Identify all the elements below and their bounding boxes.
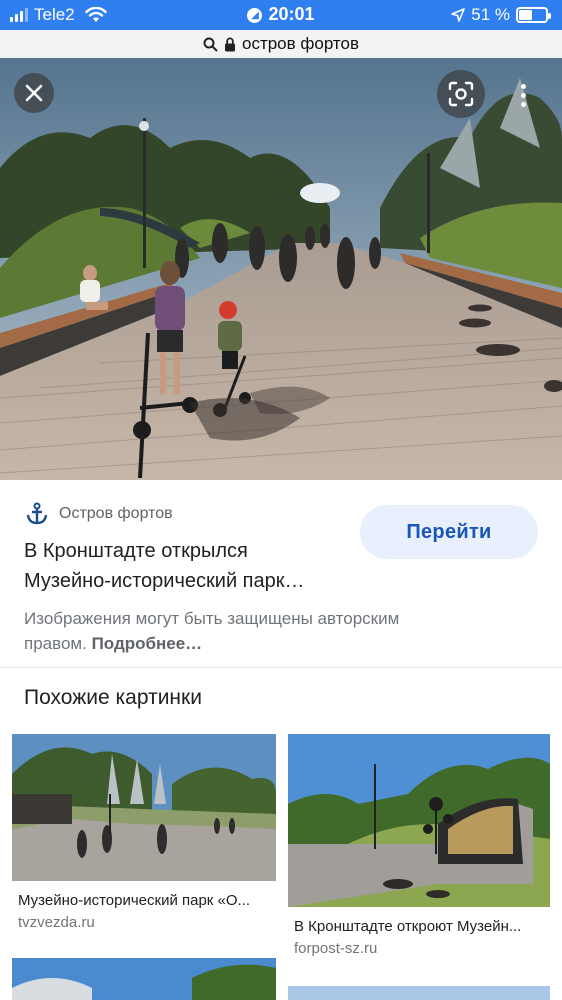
similar-item[interactable] [12,958,276,1000]
title-line-1: В Кронштадте открылся [24,540,248,562]
similar-caption: Музейно-исторический парк «О... [18,892,251,909]
similar-heading: Похожие картинки [24,686,202,709]
copyright-notice: Изображения могут быть защищены авторски… [24,606,464,656]
park-photo [0,58,562,480]
more-options-button[interactable] [512,80,534,110]
similar-caption: В Кронштадте откроют Музейн... [294,918,522,935]
main-image[interactable] [0,58,562,480]
similar-item[interactable]: Музейно-исторический парк «О... tvzvezda… [12,734,276,934]
more-vert-icon [520,83,526,89]
battery-icon [516,7,551,23]
url-bar[interactable]: остров фортов [0,30,562,58]
copyright-text: Изображения могут быть защищены авторски… [24,609,400,653]
lens-icon [448,81,474,107]
anchor-icon [26,502,48,525]
divider [0,667,562,668]
location-arrow-icon [451,8,466,22]
url-query: остров фортов [241,34,359,53]
similar-item[interactable]: В Кронштадте откроют Музейн... forpost-s… [288,734,550,962]
clock: 20:01 [268,4,315,24]
screen-time-icon: ◢ [247,8,263,23]
similar-thumbnail [12,734,276,881]
result-title[interactable]: В Кронштадте открылся Музейно-историческ… [24,536,354,596]
result-info: Остров фортов В Кронштадте открылся Музе… [0,480,562,667]
status-right: 51 % [451,5,551,25]
similar-domain: tvzvezda.ru [18,914,95,931]
title-line-2: Музейно-исторический парк… [24,570,305,592]
similar-domain: forpost-sz.ru [294,940,378,957]
similar-thumbnail [288,734,550,907]
battery-fill [519,10,533,20]
learn-more-link[interactable]: Подробнее… [92,634,203,653]
similar-thumbnail [288,986,550,1000]
search-icon [203,37,218,51]
status-bar: Tele2 ◢ 20:01 51 % [0,0,562,30]
lens-search-button[interactable] [437,70,485,118]
source-row[interactable]: Остров фортов [25,502,173,526]
close-icon [25,84,43,102]
lock-icon [224,37,235,51]
similar-item[interactable] [288,986,550,1000]
close-button[interactable] [14,73,54,113]
battery-percent: 51 % [471,5,510,24]
source-name: Остров фортов [59,505,173,522]
visit-button[interactable]: Перейти [360,505,538,559]
similar-thumbnail [12,958,276,1000]
